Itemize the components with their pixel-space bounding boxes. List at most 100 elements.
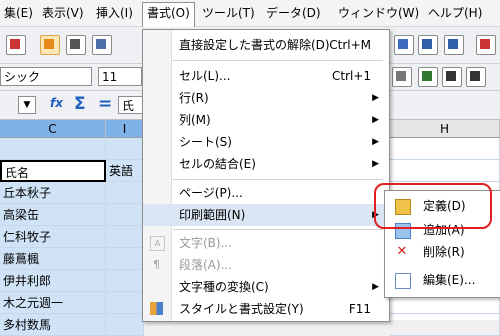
menu-item-label: 列(M) [179, 113, 211, 127]
cell[interactable] [390, 138, 500, 160]
menu-item-column[interactable]: 列(M) ▶ [143, 109, 389, 131]
submenu-item-edit[interactable]: 編集(E)... [385, 269, 500, 291]
percent-icon[interactable] [442, 67, 462, 87]
cell[interactable] [106, 138, 144, 160]
menu-item-merge-cells[interactable]: セルの結合(E) ▶ [143, 153, 389, 175]
menu-separator [173, 60, 383, 61]
shortcut-label: Ctrl+1 [331, 69, 371, 83]
function-wizard-icon[interactable]: fx [50, 96, 63, 110]
cell-name-header[interactable]: 氏名 [0, 160, 106, 182]
cell[interactable] [106, 204, 144, 226]
character-icon: A [150, 236, 165, 251]
column-header-d[interactable]: I [106, 120, 144, 138]
submenu-arrow-icon: ▶ [372, 115, 379, 125]
print-preview-icon[interactable] [92, 35, 112, 55]
cell[interactable] [0, 138, 106, 160]
menu-edit[interactable]: 集(E) [0, 3, 37, 23]
cell[interactable]: 伊井利郎 [0, 270, 106, 292]
menu-item-label: セル(L)... [179, 69, 231, 83]
pdf-icon[interactable] [6, 35, 26, 55]
menu-item-label: シート(S) [179, 135, 232, 149]
shortcut-label: F11 [348, 302, 371, 316]
name-box-dropdown-icon[interactable]: ▼ [18, 96, 36, 114]
menu-insert[interactable]: 挿入(I) [92, 3, 137, 23]
submenu-item-add[interactable]: 追加(A) [385, 219, 500, 241]
menu-item-label: 印刷範囲(N) [179, 208, 246, 222]
menu-view[interactable]: 表示(V) [38, 3, 88, 23]
print-icon[interactable] [66, 35, 86, 55]
menu-item-label: 文字種の変換(C) [179, 280, 269, 294]
cell-english-header[interactable]: 英語 [106, 160, 144, 182]
font-size-combo[interactable]: 11 [98, 67, 142, 86]
menu-item-sheet[interactable]: シート(S) ▶ [143, 131, 389, 153]
sort-descending-icon[interactable] [444, 35, 464, 55]
menu-separator [173, 229, 383, 230]
submenu-item-label: 追加(A) [423, 223, 465, 237]
align-justify-icon[interactable] [392, 67, 412, 87]
submenu-arrow-icon: ▶ [372, 210, 379, 220]
menu-item-label: ページ(P)... [179, 186, 243, 200]
submenu-item-define[interactable]: 定義(D) [385, 195, 500, 217]
column-header-h[interactable]: H [390, 120, 500, 138]
delete-print-range-icon: ✕ [396, 244, 408, 259]
add-print-range-icon [395, 223, 411, 239]
menu-item-row[interactable]: 行(R) ▶ [143, 87, 389, 109]
cell[interactable]: 多村数馬 [0, 314, 106, 336]
menu-item-cells[interactable]: セル(L)... Ctrl+1 [143, 65, 389, 87]
define-print-range-icon [395, 199, 411, 215]
edit-print-range-icon [395, 273, 411, 289]
currency-icon[interactable] [418, 67, 438, 87]
menu-help[interactable]: ヘルプ(H) [424, 3, 486, 23]
cell[interactable] [390, 314, 500, 336]
cell[interactable] [106, 292, 144, 314]
cell[interactable] [106, 226, 144, 248]
menu-tools[interactable]: ツール(T) [198, 3, 259, 23]
cell[interactable]: 藤蔦楓 [0, 248, 106, 270]
menu-item-label: 文字(B)... [179, 236, 233, 250]
cell[interactable] [390, 160, 500, 182]
cell[interactable]: 丘本秋子 [0, 182, 106, 204]
menubar: 集(E) 表示(V) 挿入(I) 書式(O) ツール(T) データ(D) ウィン… [0, 0, 500, 27]
menu-item-paragraph[interactable]: ¶ 段落(A)... [143, 254, 389, 276]
menu-format[interactable]: 書式(O) [142, 2, 195, 27]
menu-item-change-case[interactable]: 文字種の変換(C) ▶ [143, 276, 389, 298]
edit-file-icon[interactable] [40, 35, 60, 55]
sort-ascending-icon[interactable] [418, 35, 438, 55]
navigator-icon[interactable] [394, 35, 414, 55]
menu-item-label: 直接設定した書式の解除(D) [179, 38, 330, 52]
menu-item-styles-and-formatting[interactable]: スタイルと書式設定(Y) F11 [143, 298, 389, 320]
menu-item-page[interactable]: ページ(P)... [143, 182, 389, 204]
cell[interactable]: 高梁缶 [0, 204, 106, 226]
column-header-c[interactable]: C [0, 120, 106, 138]
cell[interactable] [106, 248, 144, 270]
menu-item-label: 段落(A)... [179, 258, 233, 272]
number-format-icon[interactable] [466, 67, 486, 87]
print-range-submenu: 定義(D) 追加(A) ✕ 削除(R) 編集(E)... [384, 190, 500, 298]
cell[interactable]: 仁科牧子 [0, 226, 106, 248]
menu-data[interactable]: データ(D) [262, 3, 325, 23]
menu-item-character[interactable]: A 文字(B)... [143, 232, 389, 254]
chart-icon[interactable] [476, 35, 496, 55]
menu-window[interactable]: ウィンドウ(W) [334, 3, 423, 23]
submenu-arrow-icon: ▶ [372, 137, 379, 147]
submenu-item-label: 削除(R) [423, 245, 465, 259]
submenu-arrow-icon: ▶ [372, 93, 379, 103]
menu-item-clear-direct-formatting[interactable]: 直接設定した書式の解除(D) Ctrl+M [143, 34, 389, 56]
submenu-item-label: 編集(E)... [423, 273, 476, 287]
font-name-combo[interactable]: シック [0, 67, 92, 86]
cell[interactable] [106, 314, 144, 336]
menu-item-label: スタイルと書式設定(Y) [179, 302, 304, 316]
submenu-arrow-icon: ▶ [372, 159, 379, 169]
menu-item-print-ranges[interactable]: 印刷範囲(N) ▶ [143, 204, 389, 226]
shortcut-label: Ctrl+M [329, 38, 371, 52]
styles-icon [150, 302, 163, 315]
submenu-item-remove[interactable]: ✕ 削除(R) [385, 241, 500, 263]
sum-icon[interactable]: Σ [74, 94, 86, 114]
menu-separator [173, 179, 383, 180]
menu-item-label: セルの結合(E) [179, 157, 256, 171]
cell[interactable] [106, 182, 144, 204]
function-icon[interactable]: = [98, 94, 112, 114]
cell[interactable]: 木之元週一 [0, 292, 106, 314]
menu-item-label: 行(R) [179, 91, 209, 105]
cell[interactable] [106, 270, 144, 292]
